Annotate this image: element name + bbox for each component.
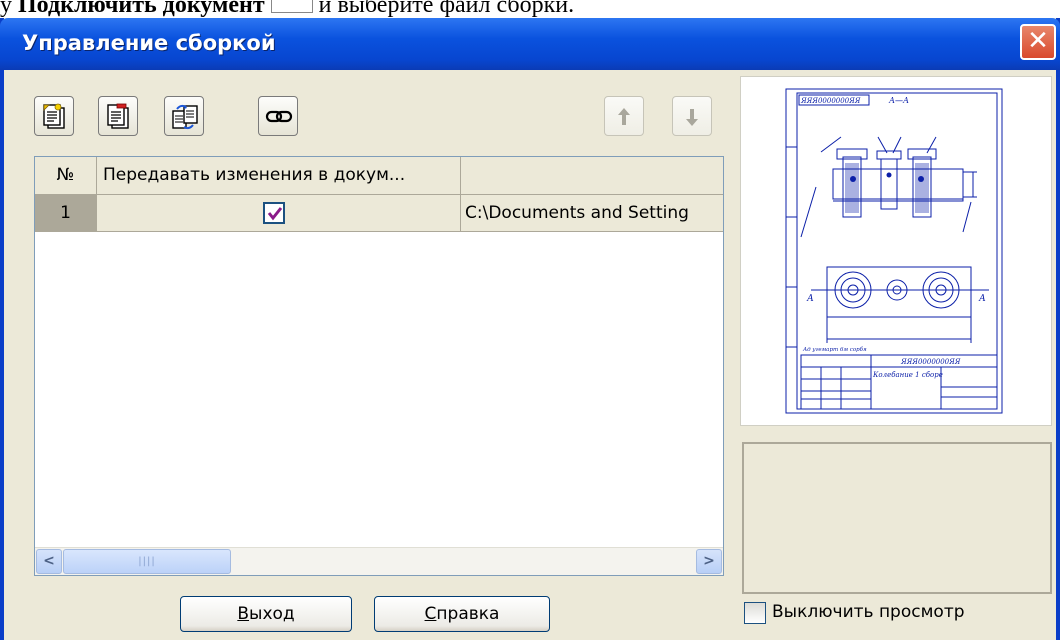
assembly-drawing-preview: ЯЯЯ0000000ЯЯ А—А А А Ад угемарт 6м сорбя… [785, 88, 1003, 414]
disable-preview-checkbox[interactable] [744, 602, 766, 624]
row-1-path[interactable]: C:\Documents and Setting [461, 195, 723, 232]
document-instruction-text: у Подключить документ и выберите файл сбо… [0, 0, 574, 18]
column-header-number[interactable]: № [35, 157, 97, 195]
preview-stamp-title: Колебание 1 сборе [872, 371, 943, 379]
preview-designation-top: ЯЯЯ0000000ЯЯ [800, 97, 861, 105]
move-up-button[interactable] [604, 96, 644, 136]
document-info-box [742, 442, 1052, 594]
command-name: Подключить документ [18, 0, 265, 18]
link-icon [265, 110, 293, 123]
remove-document-button[interactable] [98, 96, 138, 136]
add-document-icon [43, 103, 65, 129]
add-document-button[interactable] [34, 96, 74, 136]
scroll-left-button[interactable]: < [36, 549, 62, 574]
preview-panel: ЯЯЯ0000000ЯЯ А—А А А Ад угемарт 6м сорбя… [740, 76, 1052, 426]
replace-document-icon [172, 104, 198, 130]
close-button[interactable]: ✕ [1020, 24, 1056, 60]
help-button[interactable]: Справка [374, 596, 550, 632]
connect-document-inline-icon [270, 0, 313, 13]
scroll-thumb[interactable]: |||| [63, 549, 231, 574]
column-header-transfer-changes[interactable]: Передавать изменения в докум... [97, 157, 461, 195]
arrow-down-icon [686, 109, 698, 126]
preview-stamp-designation: ЯЯЯ0000000ЯЯ [900, 358, 961, 366]
exit-button[interactable]: Выход [180, 596, 352, 632]
title-bar[interactable]: Управление сборкой ✕ [0, 18, 1060, 70]
scroll-right-button[interactable]: > [696, 549, 722, 574]
horizontal-scrollbar[interactable]: < |||| > [35, 547, 723, 575]
move-down-button[interactable] [672, 96, 712, 136]
row-1-number[interactable]: 1 [35, 195, 97, 232]
preview-section-label: А—А [888, 96, 909, 105]
column-header-path[interactable] [461, 157, 723, 195]
documents-table[interactable]: № Передавать изменения в докум... 1 C:\D… [34, 156, 724, 576]
preview-view-label-right: А [978, 294, 986, 304]
row-1-transfer-cell[interactable] [97, 195, 461, 232]
disable-preview-label: Выключить просмотр [772, 602, 965, 622]
preview-note: Ад угемарт 6м сорбя [802, 346, 867, 353]
preview-view-label-left: А [806, 294, 814, 304]
arrow-up-icon [618, 108, 630, 125]
link-button[interactable] [258, 96, 298, 136]
transfer-changes-checkbox[interactable] [263, 202, 285, 224]
assembly-management-dialog: Управление сборкой ✕ № Передавать измене… [0, 18, 1060, 640]
replace-document-button[interactable] [164, 96, 204, 136]
remove-document-icon [107, 103, 129, 129]
checkmark-icon [267, 207, 283, 221]
window-title: Управление сборкой [22, 31, 276, 55]
